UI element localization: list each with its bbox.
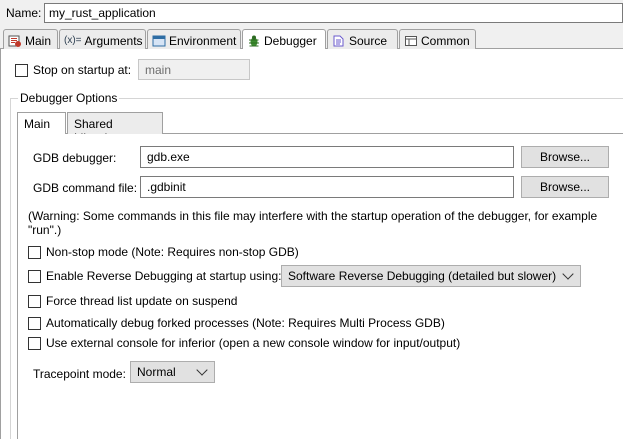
reverse-debugging-label: Enable Reverse Debugging at startup usin… — [46, 269, 282, 283]
name-input[interactable] — [44, 3, 623, 23]
non-stop-label: Non-stop mode (Note: Requires non-stop G… — [46, 245, 299, 259]
debugger-options-title: Debugger Options — [18, 91, 120, 105]
tab-environment[interactable]: Environment — [147, 29, 241, 49]
stop-on-startup-checkbox[interactable] — [15, 63, 28, 77]
force-thread-label: Force thread list update on suspend — [46, 294, 238, 308]
subtab-main[interactable]: Main — [17, 112, 66, 135]
auto-debug-forked-checkbox[interactable] — [28, 316, 41, 330]
non-stop-row: Non-stop mode (Note: Requires non-stop G… — [28, 245, 299, 259]
subtab-shared-libraries[interactable]: Shared Libraries — [67, 112, 163, 145]
gdbinit-warning-line2: "run".) — [28, 223, 62, 237]
tab-arguments-label: Arguments — [84, 33, 143, 48]
gdb-command-file-input[interactable] — [140, 176, 514, 198]
gdbinit-warning: (Warning: Some commands in this file may… — [28, 209, 608, 237]
tab-source[interactable]: Source — [327, 29, 398, 49]
gdb-command-file-label: GDB command file: — [33, 181, 138, 195]
tab-main[interactable]: Main — [3, 29, 58, 49]
stop-on-startup-row: Stop on startup at: — [15, 63, 131, 77]
auto-debug-forked-row: Automatically debug forked processes (No… — [28, 316, 445, 330]
environment-icon — [152, 34, 166, 48]
name-label: Name: — [6, 6, 42, 20]
external-console-row: Use external console for inferior (open … — [28, 336, 460, 350]
tab-common-label: Common — [421, 33, 470, 48]
tracepoint-mode-select[interactable]: Normal — [130, 361, 215, 383]
gdb-debugger-label: GDB debugger: — [33, 151, 117, 165]
gdb-debugger-input[interactable] — [140, 146, 514, 168]
debugger-options-tabs: Main Shared Libraries — [17, 112, 623, 145]
tab-arguments[interactable]: (x)= Arguments — [59, 29, 146, 49]
chevron-down-icon — [562, 268, 574, 280]
auto-debug-forked-label: Automatically debug forked processes (No… — [46, 316, 445, 330]
reverse-debugging-checkbox[interactable] — [28, 269, 41, 283]
reverse-debugging-row: Enable Reverse Debugging at startup usin… — [28, 269, 281, 283]
tracepoint-mode-label: Tracepoint mode: — [33, 367, 126, 381]
tab-source-label: Source — [349, 33, 388, 48]
force-thread-checkbox[interactable] — [28, 294, 41, 308]
arguments-icon: (x)= — [64, 35, 82, 46]
tab-debugger[interactable]: Debugger — [242, 29, 326, 50]
gdb-debugger-browse-button[interactable]: Browse... — [521, 146, 609, 168]
gdbinit-warning-line1: (Warning: Some commands in this file may… — [28, 209, 598, 223]
tab-common[interactable]: Common — [399, 29, 476, 49]
non-stop-checkbox[interactable] — [28, 245, 41, 259]
external-console-label: Use external console for inferior (open … — [46, 336, 461, 350]
stop-on-startup-input[interactable] — [138, 59, 250, 80]
chevron-down-icon — [196, 364, 208, 376]
tab-main-label: Main — [25, 33, 52, 48]
force-thread-row: Force thread list update on suspend — [28, 294, 237, 308]
source-icon — [332, 34, 346, 48]
external-console-checkbox[interactable] — [28, 336, 41, 350]
main-config-icon — [8, 34, 22, 48]
reverse-debugging-select[interactable]: Software Reverse Debugging (detailed but… — [281, 265, 581, 287]
reverse-debugging-selected: Software Reverse Debugging (detailed but… — [288, 269, 557, 283]
common-icon — [404, 34, 418, 48]
gdb-command-file-browse-button[interactable]: Browse... — [521, 176, 609, 198]
tab-debugger-label: Debugger — [264, 34, 317, 48]
tracepoint-mode-selected: Normal — [137, 365, 176, 379]
debugger-bug-icon — [247, 34, 261, 48]
tab-environment-label: Environment — [169, 33, 237, 48]
launch-config-tabs: Main (x)= Arguments Environment Debugger — [0, 29, 623, 50]
subtab-main-label: Main — [24, 117, 51, 131]
stop-on-startup-label: Stop on startup at: — [33, 63, 132, 77]
